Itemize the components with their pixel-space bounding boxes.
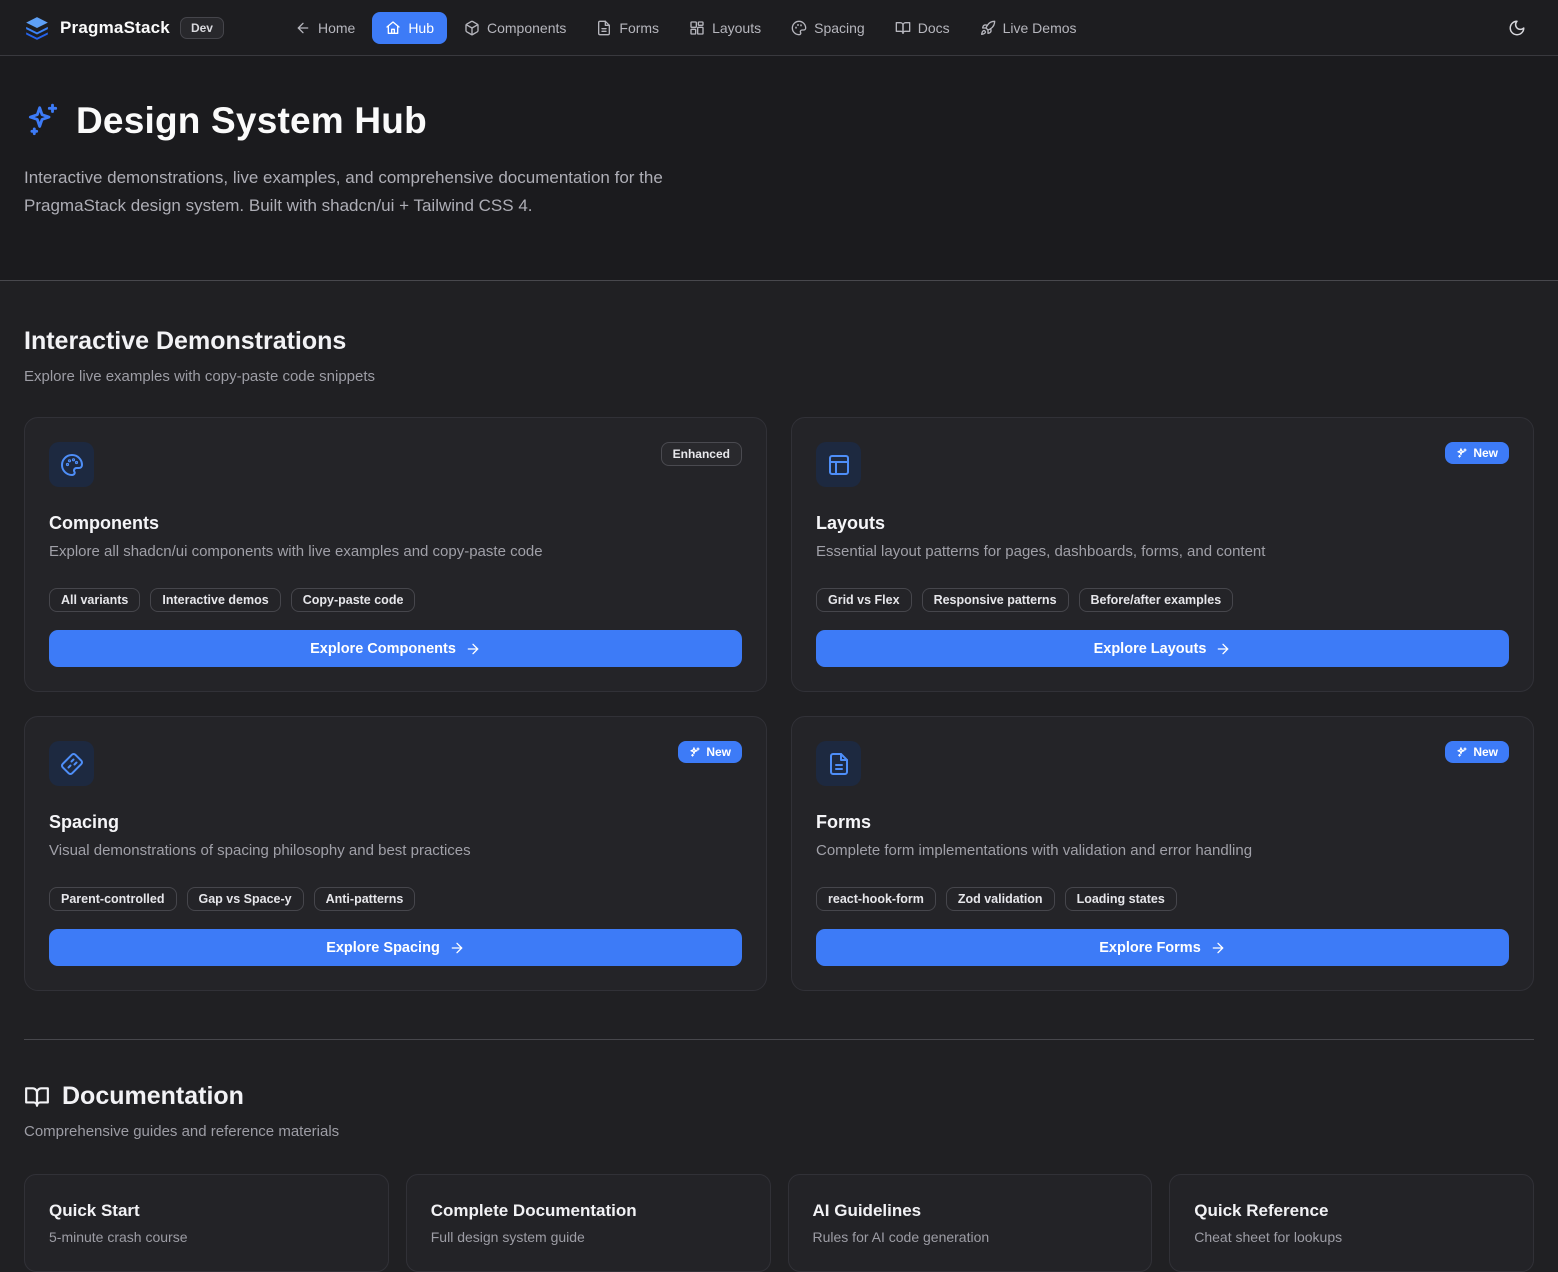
demos-section-title: Interactive Demonstrations bbox=[24, 327, 1534, 356]
moon-icon bbox=[1508, 19, 1526, 37]
palette-icon bbox=[791, 20, 807, 36]
top-navbar: PragmaStack Dev Home Hub Components Form bbox=[0, 0, 1558, 56]
nav-item-spacing[interactable]: Spacing bbox=[778, 12, 878, 44]
nav-item-docs[interactable]: Docs bbox=[882, 12, 963, 44]
layers-logo-icon bbox=[24, 15, 50, 41]
doc-card-quick-start[interactable]: Quick Start 5-minute crash course bbox=[24, 1174, 389, 1272]
tag-chip: Loading states bbox=[1065, 887, 1177, 911]
demo-card-grid: Enhanced Components Explore all shadcn/u… bbox=[24, 417, 1534, 991]
doc-card-description: 5-minute crash course bbox=[49, 1229, 364, 1245]
tag-chip: Interactive demos bbox=[150, 588, 280, 612]
book-open-icon bbox=[24, 1084, 50, 1110]
explore-forms-button[interactable]: Explore Forms bbox=[816, 929, 1509, 966]
tag-row: Grid vs Flex Responsive patterns Before/… bbox=[816, 588, 1509, 612]
demo-card-spacing: New Spacing Visual demonstrations of spa… bbox=[24, 716, 767, 991]
nav-item-layouts[interactable]: Layouts bbox=[676, 12, 774, 44]
card-title: Forms bbox=[816, 812, 1509, 833]
nav-item-components[interactable]: Components bbox=[451, 12, 579, 44]
palette-icon bbox=[49, 442, 94, 487]
tag-chip: Gap vs Space-y bbox=[187, 887, 304, 911]
docs-section-title: Documentation bbox=[24, 1082, 1534, 1111]
tag-chip: Copy-paste code bbox=[291, 588, 416, 612]
tag-chip: Responsive patterns bbox=[922, 588, 1069, 612]
layout-grid-icon bbox=[689, 20, 705, 36]
nav-item-forms[interactable]: Forms bbox=[583, 12, 672, 44]
tag-row: react-hook-form Zod validation Loading s… bbox=[816, 887, 1509, 911]
card-title: Spacing bbox=[49, 812, 742, 833]
docs-section-subtitle: Comprehensive guides and reference mater… bbox=[24, 1123, 1534, 1140]
nav-item-home[interactable]: Home bbox=[282, 12, 368, 44]
panels-top-left-icon bbox=[816, 442, 861, 487]
card-description: Visual demonstrations of spacing philoso… bbox=[49, 842, 742, 859]
arrow-right-icon bbox=[465, 641, 481, 657]
card-title: Components bbox=[49, 513, 742, 534]
main-content: Interactive Demonstrations Explore live … bbox=[0, 327, 1558, 1272]
brand-name: PragmaStack bbox=[60, 18, 170, 38]
tag-chip: Parent-controlled bbox=[49, 887, 177, 911]
doc-card-title: AI Guidelines bbox=[813, 1201, 1128, 1221]
explore-layouts-button[interactable]: Explore Layouts bbox=[816, 630, 1509, 667]
doc-card-quick-reference[interactable]: Quick Reference Cheat sheet for lookups bbox=[1169, 1174, 1534, 1272]
rocket-icon bbox=[980, 20, 996, 36]
tag-chip: All variants bbox=[49, 588, 140, 612]
doc-card-complete-documentation[interactable]: Complete Documentation Full design syste… bbox=[406, 1174, 771, 1272]
doc-card-ai-guidelines[interactable]: AI Guidelines Rules for AI code generati… bbox=[788, 1174, 1153, 1272]
new-badge: New bbox=[1445, 442, 1509, 464]
doc-card-description: Rules for AI code generation bbox=[813, 1229, 1128, 1245]
arrow-right-icon bbox=[449, 940, 465, 956]
tag-chip: Zod validation bbox=[946, 887, 1055, 911]
tag-row: Parent-controlled Gap vs Space-y Anti-pa… bbox=[49, 887, 742, 911]
nav-item-hub[interactable]: Hub bbox=[372, 12, 447, 44]
doc-card-description: Cheat sheet for lookups bbox=[1194, 1229, 1509, 1245]
env-badge: Dev bbox=[180, 17, 224, 39]
sparkles-icon bbox=[689, 746, 701, 758]
sparkles-icon bbox=[24, 102, 62, 140]
ruler-icon bbox=[49, 741, 94, 786]
book-open-icon bbox=[895, 20, 911, 36]
tag-chip: Grid vs Flex bbox=[816, 588, 912, 612]
tag-chip: Before/after examples bbox=[1079, 588, 1234, 612]
sparkles-icon bbox=[1456, 746, 1468, 758]
file-text-icon bbox=[596, 20, 612, 36]
theme-toggle-button[interactable] bbox=[1500, 11, 1534, 45]
brand-link[interactable]: PragmaStack bbox=[24, 15, 170, 41]
card-title: Layouts bbox=[816, 513, 1509, 534]
tag-row: All variants Interactive demos Copy-past… bbox=[49, 588, 742, 612]
main-nav: Home Hub Components Forms Layouts bbox=[282, 12, 1490, 44]
demo-card-forms: New Forms Complete form implementations … bbox=[791, 716, 1534, 991]
status-badge: Enhanced bbox=[661, 442, 742, 466]
card-description: Essential layout patterns for pages, das… bbox=[816, 543, 1509, 560]
arrow-right-icon bbox=[1210, 940, 1226, 956]
file-text-icon bbox=[816, 741, 861, 786]
doc-card-title: Complete Documentation bbox=[431, 1201, 746, 1221]
doc-card-description: Full design system guide bbox=[431, 1229, 746, 1245]
new-badge: New bbox=[678, 741, 742, 763]
tag-chip: react-hook-form bbox=[816, 887, 936, 911]
doc-card-title: Quick Start bbox=[49, 1201, 364, 1221]
page-subtitle: Interactive demonstrations, live example… bbox=[24, 164, 764, 220]
home-icon bbox=[385, 20, 401, 36]
card-description: Complete form implementations with valid… bbox=[816, 842, 1509, 859]
card-description: Explore all shadcn/ui components with li… bbox=[49, 543, 742, 560]
explore-components-button[interactable]: Explore Components bbox=[49, 630, 742, 667]
arrow-right-icon bbox=[1215, 641, 1231, 657]
demos-section-subtitle: Explore live examples with copy-paste co… bbox=[24, 368, 1534, 385]
hero-section: Design System Hub Interactive demonstrat… bbox=[0, 56, 1558, 281]
demo-card-components: Enhanced Components Explore all shadcn/u… bbox=[24, 417, 767, 692]
explore-spacing-button[interactable]: Explore Spacing bbox=[49, 929, 742, 966]
demo-card-layouts: New Layouts Essential layout patterns fo… bbox=[791, 417, 1534, 692]
new-badge: New bbox=[1445, 741, 1509, 763]
sparkles-icon bbox=[1456, 447, 1468, 459]
doc-card-grid: Quick Start 5-minute crash course Comple… bbox=[24, 1174, 1534, 1272]
arrow-left-icon bbox=[295, 20, 311, 36]
section-divider bbox=[24, 1039, 1534, 1040]
doc-card-title: Quick Reference bbox=[1194, 1201, 1509, 1221]
box-icon bbox=[464, 20, 480, 36]
page-title: Design System Hub bbox=[76, 100, 427, 142]
tag-chip: Anti-patterns bbox=[314, 887, 416, 911]
nav-item-live-demos[interactable]: Live Demos bbox=[967, 12, 1090, 44]
